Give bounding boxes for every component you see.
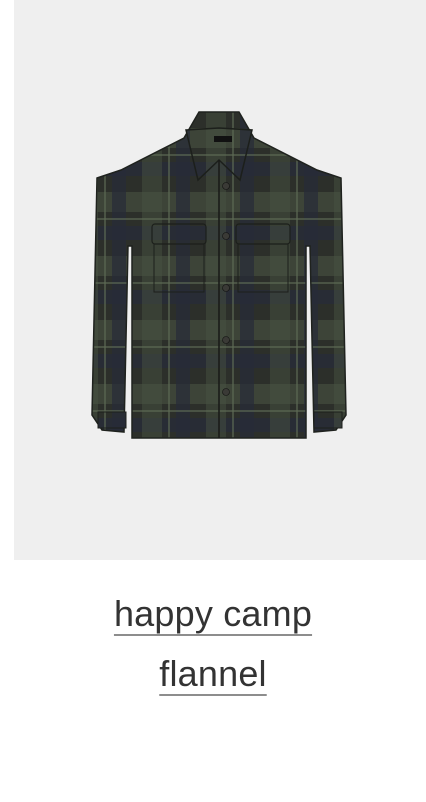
product-title[interactable]: happy camp flannel xyxy=(0,590,426,698)
shirt-illustration xyxy=(14,0,426,560)
right-cuff xyxy=(313,411,343,429)
product-title-line-1[interactable]: happy camp xyxy=(112,590,314,638)
brand-label xyxy=(214,136,232,142)
right-pocket-flap xyxy=(235,223,291,245)
product-image[interactable] xyxy=(14,0,426,560)
left-pocket-flap xyxy=(151,223,207,245)
product-title-line-2[interactable]: flannel xyxy=(157,650,268,698)
left-cuff xyxy=(97,411,127,429)
product-card[interactable]: happy camp flannel xyxy=(0,0,426,802)
